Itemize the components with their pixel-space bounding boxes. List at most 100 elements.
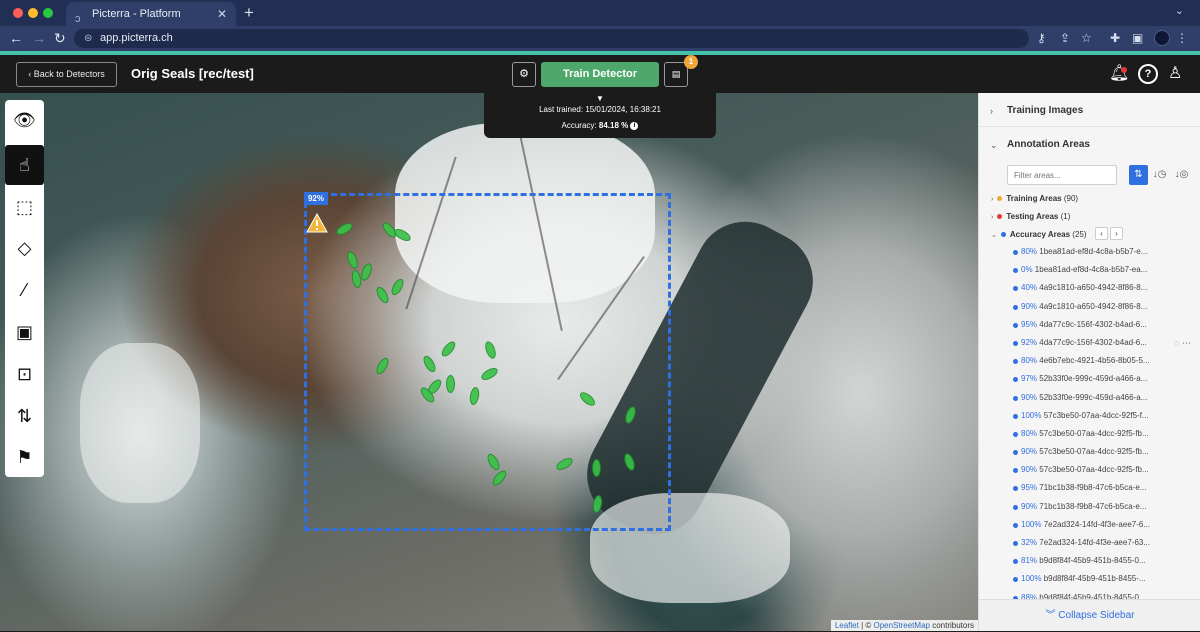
area-dot: [1013, 359, 1018, 365]
area-id: 52b33f0e-999c-459d-a466-a...: [1039, 374, 1148, 384]
reload-icon[interactable]: ↻: [54, 30, 66, 46]
area-id: 7e2ad324-14fd-4f3e-aee7-6...: [1043, 519, 1151, 529]
accuracy-line: Accuracy: 84.18 % i: [484, 121, 716, 130]
seal-annotation[interactable]: [446, 375, 455, 393]
leaflet-link[interactable]: Leaflet: [835, 621, 859, 630]
collapse-sidebar-button[interactable]: ︾ Collapse Sidebar: [979, 599, 1200, 631]
seal-annotation[interactable]: [592, 459, 601, 477]
next-page-button[interactable]: ›: [1110, 227, 1123, 240]
url-field[interactable]: ⊜ app.picterra.ch: [74, 29, 1029, 48]
area-dot: [1013, 431, 1018, 437]
accuracy-area-row[interactable]: 81% b9d8f84f-45b9-451b-8455-0...: [979, 552, 1200, 570]
stack-icon: ▤: [671, 69, 681, 79]
warning-icon[interactable]: [306, 213, 328, 233]
detector-title: Orig Seals [rec/test]: [131, 66, 254, 81]
polygon-icon[interactable]: ◇: [5, 228, 44, 268]
back-to-detectors-button[interactable]: ‹ Back to Detectors: [16, 62, 117, 87]
prev-page-button[interactable]: ‹: [1095, 227, 1108, 240]
minimize-window-dot[interactable]: [28, 8, 38, 18]
accuracy-area-row[interactable]: 100% b9d8f84f-45b9-451b-8455-...: [979, 570, 1200, 588]
accuracy-areas-group[interactable]: ⌄ Accuracy Areas (25): [991, 228, 1087, 243]
area-score: 100%: [1021, 410, 1042, 420]
accuracy-area-row[interactable]: 100% 57c3be50-07aa-4dcc-92f5-f...: [979, 407, 1200, 425]
accuracy-area-row[interactable]: 95% 4da77c9c-156f-4302-b4ad-6...: [979, 316, 1200, 334]
training-info-popover: ▼ Last trained: 15/01/2024, 16:38:21 Acc…: [484, 93, 716, 138]
maximize-window-dot[interactable]: [43, 8, 53, 18]
training-images-section[interactable]: › Training Images: [979, 95, 1200, 127]
chevron-down-icon: ⌄: [990, 140, 998, 150]
locate-icon[interactable]: ◌: [1174, 338, 1182, 348]
accuracy-area-row[interactable]: 90% 4a9c1810-a650-4942-8f86-8...: [979, 298, 1200, 316]
close-window-dot[interactable]: [13, 8, 23, 18]
area-dot: [1013, 322, 1018, 328]
zoom-area-icon[interactable]: ⊡: [5, 354, 44, 394]
accuracy-area-row[interactable]: 80% 57c3be50-07aa-4dcc-92f5-fb...: [979, 425, 1200, 443]
bell-icon[interactable]: 🔔︎: [1109, 64, 1129, 84]
eye-icon[interactable]: 👁︎: [5, 100, 44, 140]
magic-wand-icon[interactable]: ⁄: [5, 270, 44, 310]
hand-icon[interactable]: ☝: [5, 145, 44, 185]
side-panel-icon[interactable]: ▣: [1132, 30, 1143, 46]
accuracy-areas-label: Accuracy Areas: [1009, 230, 1071, 239]
help-icon[interactable]: ?: [1138, 64, 1158, 84]
browser-tab[interactable]: ↄ Picterra - Platform ✕: [66, 2, 236, 26]
accuracy-area-row[interactable]: 92% 4da77c9c-156f-4302-b4ad-6... ◌ ⋯: [979, 334, 1200, 352]
area-dot: [1013, 577, 1018, 583]
area-dot: [1013, 504, 1018, 510]
accuracy-area-row[interactable]: 90% 57c3be50-07aa-4dcc-92f5-fb...: [979, 461, 1200, 479]
profile-avatar[interactable]: [1154, 30, 1170, 46]
share-icon[interactable]: ⇪: [1060, 30, 1070, 46]
sort-alpha-icon[interactable]: ⇅: [1129, 165, 1148, 185]
new-tab-icon[interactable]: +: [244, 2, 254, 24]
accuracy-area-row[interactable]: 90% 71bc1b38-f9b8-47c6-b5ca-e...: [979, 498, 1200, 516]
area-id: 4a9c1810-a650-4942-8f86-8...: [1039, 283, 1148, 293]
accuracy-area-row[interactable]: 90% 57c3be50-07aa-4dcc-92f5-fb...: [979, 443, 1200, 461]
sort-time-icon[interactable]: ↓◷: [1150, 165, 1169, 185]
swap-icon[interactable]: ⇅: [5, 396, 44, 436]
key-icon[interactable]: ⚷: [1037, 30, 1046, 46]
forward-arrow-icon[interactable]: →: [32, 30, 46, 46]
area-score: 0%: [1021, 265, 1033, 275]
area-dot: [1013, 377, 1018, 383]
accuracy-area-row[interactable]: 100% 7e2ad324-14fd-4f3e-aee7-6...: [979, 516, 1200, 534]
area-id: 4da77c9c-156f-4302-b4ad-6...: [1039, 337, 1147, 347]
frame-icon[interactable]: ▣: [5, 312, 44, 352]
area-score: 90%: [1021, 301, 1038, 311]
sort-score-icon[interactable]: ↓◎: [1172, 165, 1191, 185]
train-detector-button[interactable]: Train Detector: [541, 62, 659, 87]
more-options-icon[interactable]: ⋯: [1182, 338, 1191, 348]
accuracy-areas-list: 80% 1bea81ad-ef8d-4c8a-b5b7-e... 0% 1bea8…: [979, 243, 1200, 607]
site-info-icon[interactable]: ⊜: [84, 29, 92, 48]
testing-areas-group[interactable]: › Testing Areas (1): [991, 210, 1070, 225]
back-arrow-icon[interactable]: ←: [9, 30, 23, 46]
training-areas-group[interactable]: › Training Areas (90): [991, 192, 1078, 207]
accuracy-area-row[interactable]: 40% 4a9c1810-a650-4942-8f86-8...: [979, 279, 1200, 297]
accuracy-area-row[interactable]: 90% 52b33f0e-999c-459d-a466-a...: [979, 389, 1200, 407]
map-canvas[interactable]: 92% Leaflet | © OpenStreetMap contributo…: [0, 93, 978, 631]
area-dot: [1013, 522, 1018, 528]
accuracy-area-row[interactable]: 80% 1bea81ad-ef8d-4c8a-b5b7-e...: [979, 243, 1200, 261]
openstreetmap-link[interactable]: OpenStreetMap: [873, 621, 929, 630]
accuracy-area-row[interactable]: 97% 52b33f0e-999c-459d-a466-a...: [979, 370, 1200, 388]
detector-settings-button[interactable]: ⚙: [512, 62, 536, 87]
accuracy-area-row[interactable]: 32% 7e2ad324-14fd-4f3e-aee7-63...: [979, 534, 1200, 552]
flag-icon[interactable]: ⚑: [5, 437, 44, 477]
notification-dot: [1121, 67, 1127, 73]
area-dot: [1013, 413, 1018, 419]
close-tab-icon[interactable]: ✕: [217, 2, 227, 26]
rectangle-select-icon[interactable]: ⬚: [5, 187, 44, 227]
browser-menu-icon[interactable]: ⋮: [1176, 30, 1188, 46]
accuracy-area-row[interactable]: 95% 71bc1b38-f9b8-47c6-b5ca-e...: [979, 479, 1200, 497]
accuracy-area-row[interactable]: 80% 4e6b7ebc-4921-4b56-8b05-5...: [979, 352, 1200, 370]
annotation-areas-section[interactable]: ⌄ Annotation Areas: [979, 129, 1200, 161]
user-account-icon[interactable]: ♙: [1168, 64, 1182, 84]
info-icon[interactable]: i: [630, 121, 639, 130]
accuracy-area-outline[interactable]: [304, 193, 671, 531]
filter-areas-input[interactable]: [1007, 165, 1117, 185]
bookmark-star-icon[interactable]: ☆: [1081, 30, 1092, 46]
accuracy-dot: [1000, 231, 1006, 237]
area-id: 52b33f0e-999c-459d-a466-a...: [1039, 392, 1148, 402]
extensions-icon[interactable]: ✚: [1110, 30, 1120, 46]
tab-list-chevron-icon[interactable]: ⌄: [1175, 4, 1184, 17]
accuracy-area-row[interactable]: 0% 1bea81ad-ef8d-4c8a-b5b7-ea...: [979, 261, 1200, 279]
